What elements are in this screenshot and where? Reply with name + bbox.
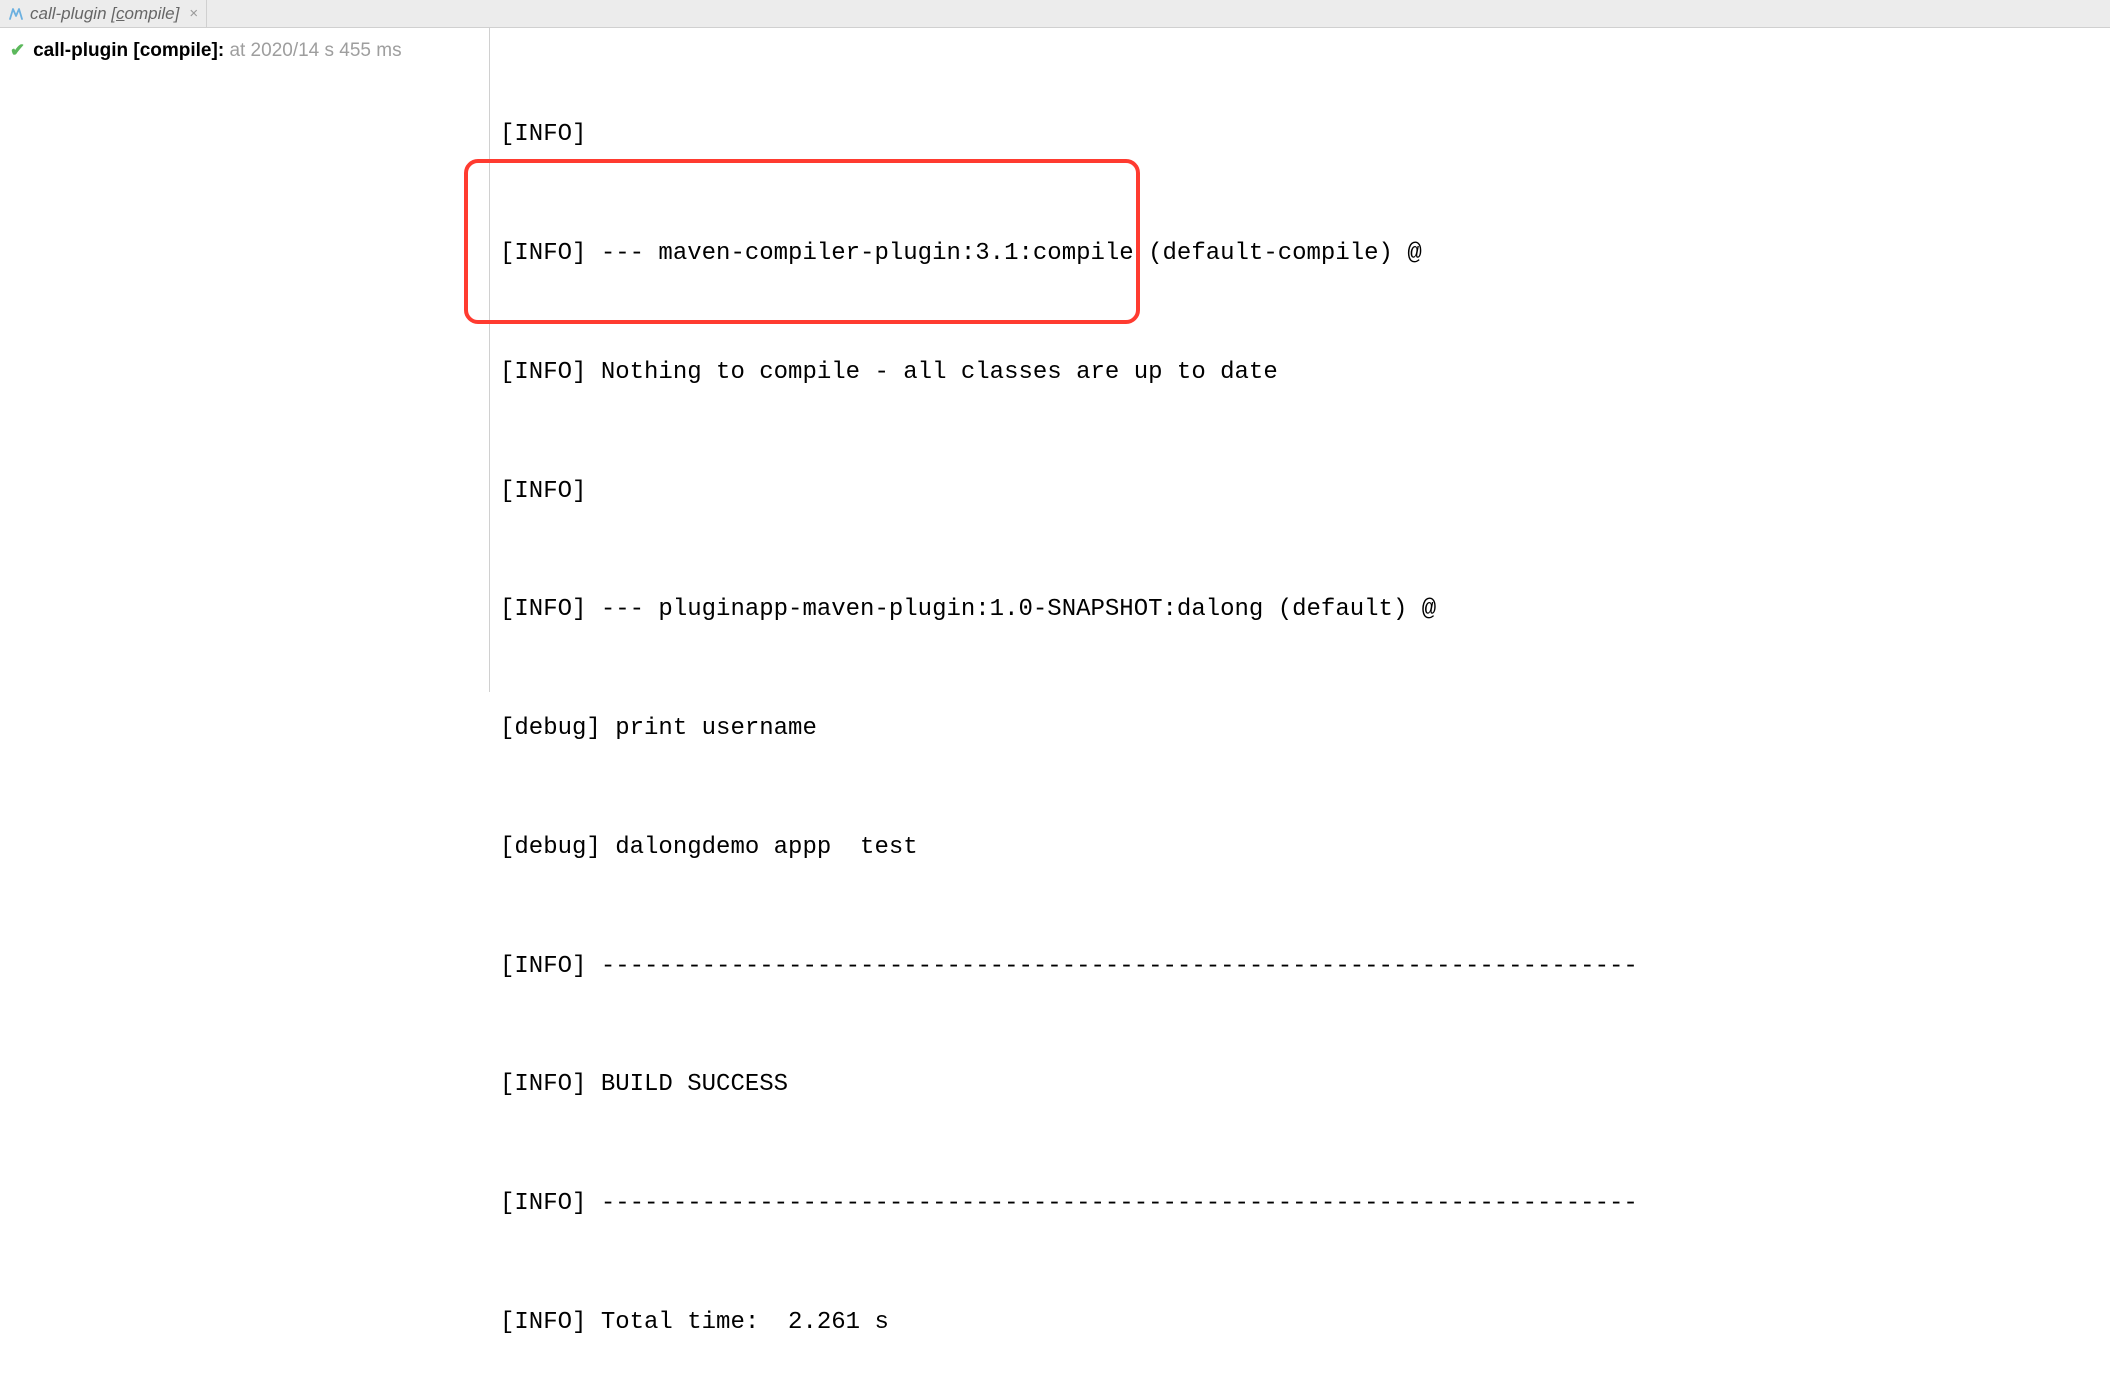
main-area: ✔ call-plugin [compile]: at 2020/14 s 45… — [0, 28, 2110, 692]
console-line: [INFO] Nothing to compile - all classes … — [500, 353, 2110, 393]
build-status-row[interactable]: ✔ call-plugin [compile]: at 2020/14 s 45… — [10, 40, 479, 62]
tab-bar: call-plugin [compile] × — [0, 0, 2110, 28]
check-icon: ✔ — [10, 40, 25, 61]
tab-run-config[interactable]: call-plugin [compile] × — [0, 0, 207, 27]
console-line: [INFO] --- maven-compiler-plugin:3.1:com… — [500, 234, 2110, 274]
status-name: call-plugin [compile]: — [33, 40, 224, 61]
console-line: [INFO] ---------------------------------… — [500, 1184, 2110, 1224]
close-icon[interactable]: × — [189, 5, 198, 22]
console-line: [INFO] — [500, 472, 2110, 512]
console-line: [INFO] BUILD SUCCESS — [500, 1065, 2110, 1105]
console-line: [debug] dalongdemo appp test — [500, 828, 2110, 868]
sidebar: ✔ call-plugin [compile]: at 2020/14 s 45… — [0, 28, 490, 692]
console-line: [INFO] --- pluginapp-maven-plugin:1.0-SN… — [500, 590, 2110, 630]
tab-label: call-plugin [compile] — [30, 4, 179, 24]
console-output[interactable]: [INFO] [INFO] --- maven-compiler-plugin:… — [490, 28, 2110, 692]
console-line: [INFO] — [500, 115, 2110, 155]
console-line: [INFO] Total time: 2.261 s — [500, 1303, 2110, 1343]
maven-icon — [8, 6, 24, 22]
console-line: [debug] print username — [500, 709, 2110, 749]
console-line: [INFO] ---------------------------------… — [500, 947, 2110, 987]
status-meta: at 2020/14 s 455 ms — [229, 40, 401, 61]
